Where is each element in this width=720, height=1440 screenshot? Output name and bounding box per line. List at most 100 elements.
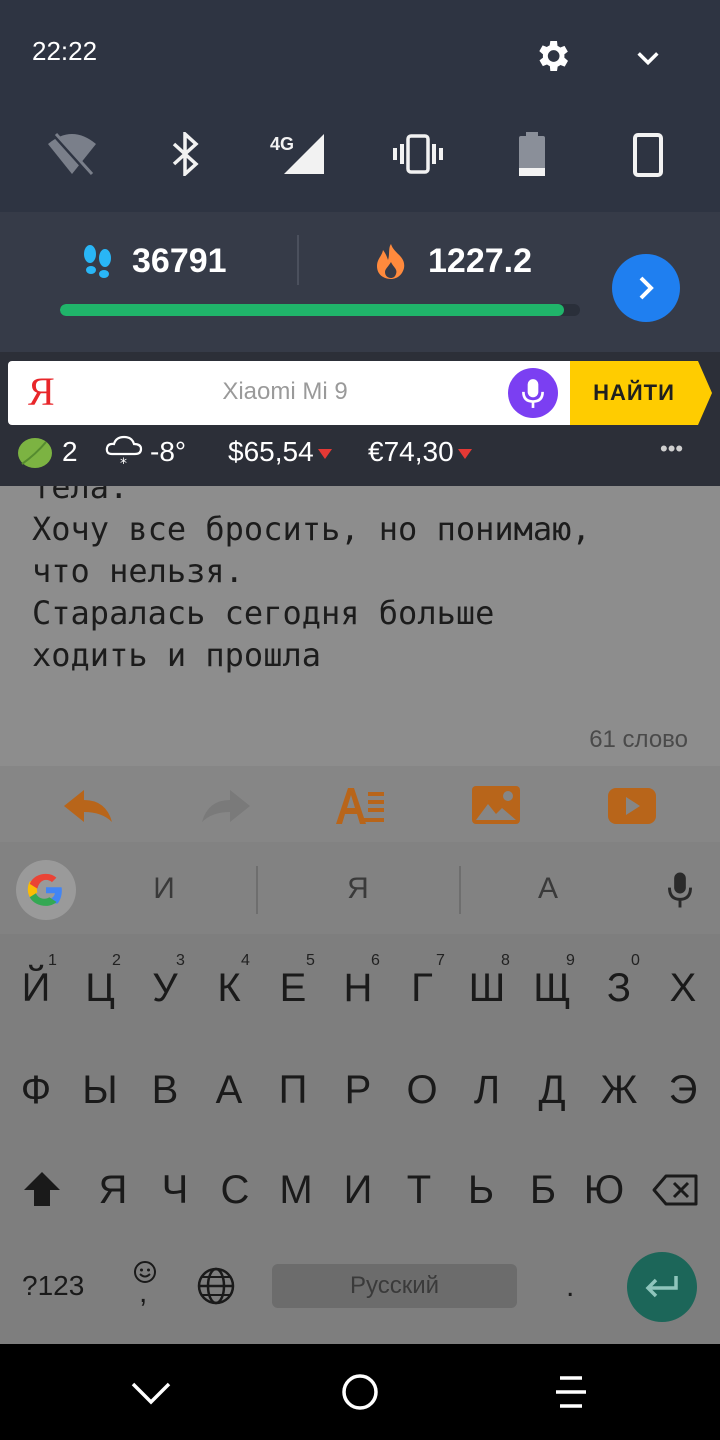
- suggestion-3[interactable]: А: [488, 872, 608, 906]
- enter-button[interactable]: [627, 1252, 697, 1322]
- key-15[interactable]: А: [197, 1068, 261, 1113]
- key-19[interactable]: Л: [455, 1068, 519, 1113]
- key-28[interactable]: Т: [387, 1168, 451, 1213]
- key-26[interactable]: М: [264, 1168, 328, 1213]
- key-12[interactable]: Ф: [4, 1068, 68, 1113]
- key-30[interactable]: Б: [511, 1168, 575, 1213]
- key-2[interactable]: Ц: [68, 966, 132, 1011]
- key-hint-2: 2: [112, 952, 121, 969]
- comma-key[interactable]: ,: [139, 1276, 147, 1310]
- video-icon[interactable]: [606, 786, 658, 826]
- mobile-data-4g-icon[interactable]: 4G: [268, 130, 328, 176]
- yandex-find-button[interactable]: НАЙТИ: [570, 361, 698, 425]
- key-20[interactable]: Д: [520, 1068, 584, 1113]
- text-format-icon[interactable]: [334, 786, 386, 826]
- suggestion-1[interactable]: И: [104, 872, 224, 906]
- notification-shade: [0, 0, 720, 212]
- svg-text:4G: 4G: [270, 134, 294, 154]
- nav-back-icon[interactable]: [130, 1380, 172, 1406]
- redo-icon[interactable]: [200, 786, 252, 826]
- key-hint-9: 9: [566, 952, 575, 969]
- vibrate-icon[interactable]: [392, 132, 444, 176]
- key-10[interactable]: З: [587, 966, 651, 1011]
- suggestion-2[interactable]: Я: [298, 872, 418, 906]
- nav-home-icon[interactable]: [340, 1372, 380, 1412]
- wifi-off-icon[interactable]: [44, 130, 100, 178]
- usd-rate-value: $65,54: [228, 436, 314, 467]
- bluetooth-icon[interactable]: [170, 132, 202, 176]
- key-23[interactable]: Я: [81, 1168, 145, 1213]
- backspace-icon[interactable]: [652, 1174, 698, 1206]
- period-key[interactable]: .: [566, 1270, 574, 1304]
- shift-icon[interactable]: [22, 1170, 62, 1208]
- yandex-voice-button[interactable]: [508, 368, 558, 418]
- yandex-search-input[interactable]: Xiaomi Mi 9: [180, 378, 390, 406]
- google-g-icon: [27, 873, 62, 906]
- eur-rate-value: €74,30: [368, 436, 454, 467]
- metric-divider: [297, 235, 299, 285]
- undo-icon[interactable]: [62, 786, 114, 826]
- screen-rotation-icon[interactable]: [632, 132, 664, 178]
- key-8[interactable]: Ш: [455, 966, 519, 1011]
- yandex-logo: Я: [28, 369, 55, 414]
- keyboard-mic-icon[interactable]: [666, 870, 694, 910]
- key-18[interactable]: О: [390, 1068, 454, 1113]
- eur-rate[interactable]: €74,30: [368, 436, 472, 468]
- key-13[interactable]: Ы: [68, 1068, 132, 1113]
- key-17[interactable]: Р: [326, 1068, 390, 1113]
- key-hint-7: 7: [436, 952, 445, 969]
- key-16[interactable]: П: [261, 1068, 325, 1113]
- suggestion-divider: [459, 866, 461, 914]
- yandex-find-button-tip: [698, 361, 712, 425]
- fitness-open-button[interactable]: [612, 254, 680, 322]
- key-hint-10: 0: [631, 952, 640, 969]
- calories-count: 1227.2: [428, 242, 532, 280]
- footsteps-icon: [84, 245, 111, 278]
- key-25[interactable]: С: [203, 1168, 267, 1213]
- globe-icon[interactable]: [196, 1266, 236, 1306]
- eur-down-arrow-icon: [457, 448, 472, 459]
- steps-progress-fill: [60, 304, 565, 316]
- traffic-score[interactable]: 2: [62, 436, 78, 468]
- key-hint-4: 4: [241, 952, 250, 969]
- key-11[interactable]: Х: [651, 966, 715, 1011]
- usd-down-arrow-icon: [317, 448, 332, 459]
- google-button[interactable]: [16, 860, 76, 920]
- word-count: 61 слово: [589, 726, 688, 753]
- key-4[interactable]: К: [197, 966, 261, 1011]
- suggestion-divider: [256, 866, 258, 914]
- space-key[interactable]: Русский: [272, 1264, 517, 1308]
- key-24[interactable]: Ч: [143, 1168, 207, 1213]
- battery-saver-icon[interactable]: [516, 130, 548, 178]
- steps-progress-bar: [60, 304, 580, 316]
- weather-temperature[interactable]: -8°: [150, 436, 186, 468]
- key-27[interactable]: И: [326, 1168, 390, 1213]
- key-6[interactable]: Н: [326, 966, 390, 1011]
- nav-menu-icon[interactable]: [554, 1374, 588, 1410]
- key-1[interactable]: Й: [4, 966, 68, 1011]
- usd-rate[interactable]: $65,54: [228, 436, 332, 468]
- key-29[interactable]: Ь: [449, 1168, 513, 1213]
- key-14[interactable]: В: [133, 1068, 197, 1113]
- key-hint-1: 1: [48, 952, 57, 969]
- key-7[interactable]: Г: [390, 966, 454, 1011]
- key-31[interactable]: Ю: [572, 1168, 636, 1213]
- key-9[interactable]: Щ: [520, 966, 584, 1011]
- traffic-leaf-icon[interactable]: [16, 436, 54, 470]
- gear-icon[interactable]: [532, 36, 572, 76]
- insert-image-icon[interactable]: [470, 784, 522, 826]
- chevron-down-icon[interactable]: [634, 44, 662, 72]
- svg-text:*: *: [120, 456, 127, 470]
- widget-more-icon[interactable]: •••: [660, 436, 683, 462]
- editor-text[interactable]: тела. Хочу все бросить, но понимаю, что …: [32, 486, 712, 676]
- steps-count: 36791: [132, 242, 227, 280]
- key-3[interactable]: У: [133, 966, 197, 1011]
- symbols-key[interactable]: ?123: [22, 1270, 84, 1302]
- key-hint-6: 6: [371, 952, 380, 969]
- key-5[interactable]: Е: [261, 966, 325, 1011]
- key-hint-3: 3: [176, 952, 185, 969]
- chevron-right-icon: [639, 276, 654, 300]
- snow-cloud-icon[interactable]: *: [104, 434, 144, 470]
- key-21[interactable]: Ж: [587, 1068, 651, 1113]
- key-22[interactable]: Э: [651, 1068, 715, 1113]
